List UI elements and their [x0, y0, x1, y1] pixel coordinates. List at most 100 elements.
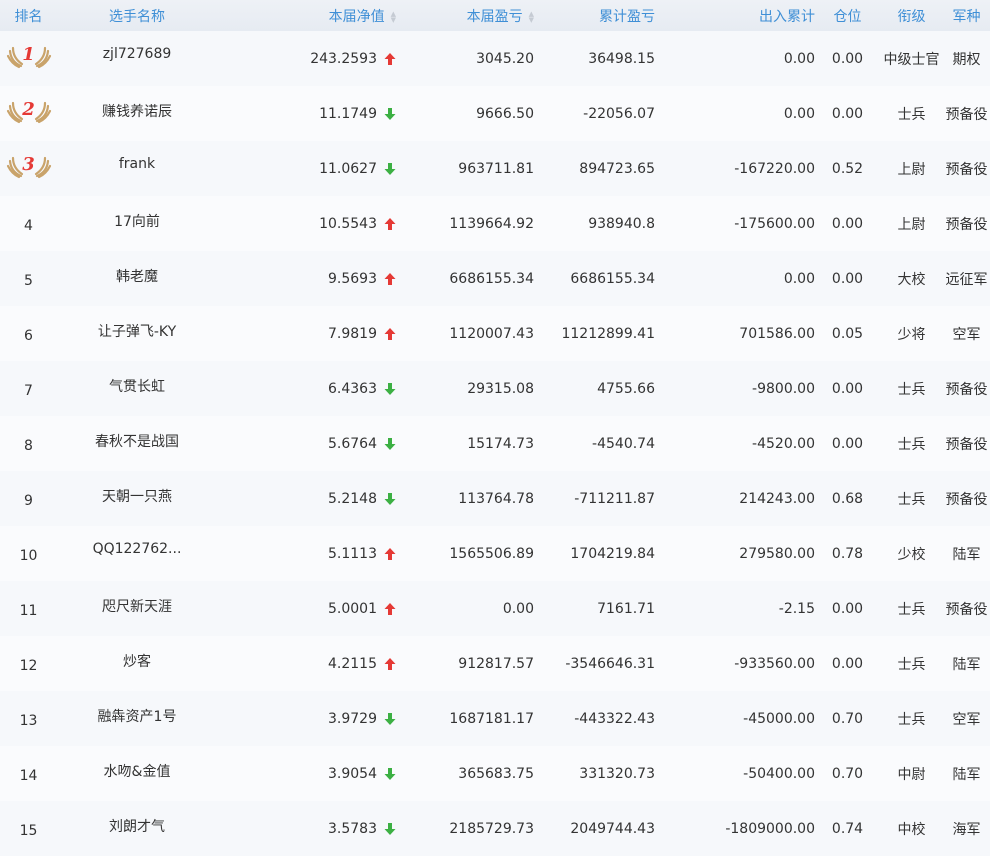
rank-cell: 2 — [0, 86, 57, 141]
branch-cell: 空军 — [952, 711, 981, 728]
grade-cell: 上尉 — [897, 161, 926, 178]
grade-cell: 士兵 — [897, 436, 926, 453]
nav-value: 3.9054 — [328, 765, 377, 782]
table-header-row: 排名 选手名称 本届净值 ▲ ▼ 本届盈亏 ▲ ▼ 累计盈亏 出入累计 仓位 衔级 军种 — [0, 0, 990, 31]
header-cum-pnl: 累计盈亏 — [599, 8, 655, 25]
flow-cell: -167220.00 — [734, 160, 815, 177]
rank-cell: 13 — [19, 712, 38, 729]
cum-pnl-cell: -711211.87 — [574, 490, 655, 507]
header-nav-sort[interactable]: 本届净值 ▲ ▼ — [217, 0, 402, 31]
flow-cell: 0.00 — [783, 270, 815, 287]
branch-cell: 预备役 — [945, 106, 988, 123]
branch-cell: 陆军 — [952, 546, 981, 563]
cum-pnl-cell: -3546646.31 — [565, 655, 655, 672]
cum-pnl-cell: 4755.66 — [597, 380, 655, 397]
pnl-cell: 1139664.92 — [449, 215, 534, 232]
position-cell: 0.78 — [831, 545, 864, 562]
pnl-cell: 1120007.43 — [449, 325, 534, 342]
rank-number: 3 — [22, 154, 35, 175]
player-name[interactable]: 融犇资产1号 — [57, 691, 217, 746]
header-grade: 衔级 — [897, 8, 926, 25]
branch-cell: 预备役 — [945, 161, 988, 178]
trend-down-icon — [384, 767, 396, 780]
rank-medal-icon: 1 — [5, 42, 53, 70]
flow-cell: 0.00 — [783, 105, 815, 122]
nav-value: 243.2593 — [310, 50, 377, 67]
table-row: 2 赚钱养诺辰 11.1749 9666.50 -22056.07 0.00 0.00 士兵 预… — [0, 86, 990, 141]
table-row: 5 韩老魔 9.5693 6686155.34 6686155.34 0.00 0.00 大校… — [0, 251, 990, 306]
leaderboard-table: 排名 选手名称 本届净值 ▲ ▼ 本届盈亏 ▲ ▼ 累计盈亏 出入累计 仓位 衔级 军种… — [0, 0, 990, 856]
nav-cell: 9.5693 — [217, 251, 402, 306]
rank-medal-icon: 3 — [5, 152, 53, 180]
nav-value: 5.0001 — [328, 600, 377, 617]
trend-down-icon — [384, 437, 396, 450]
position-cell: 0.00 — [831, 380, 864, 397]
branch-cell: 预备役 — [945, 381, 988, 398]
cum-pnl-cell: 1704219.84 — [570, 545, 655, 562]
flow-cell: -933560.00 — [734, 655, 815, 672]
table-row: 6 让子弹飞-KY 7.9819 1120007.43 11212899.41 70158… — [0, 306, 990, 361]
nav-cell: 5.2148 — [217, 471, 402, 526]
player-name[interactable]: 让子弹飞-KY — [57, 306, 217, 361]
player-name[interactable]: 气贯长虹 — [57, 361, 217, 416]
trend-up-icon — [384, 52, 396, 65]
nav-cell: 3.9729 — [217, 691, 402, 746]
nav-value: 11.1749 — [319, 105, 377, 122]
table-row: 14 水吻&金值 3.9054 365683.75 331320.73 -50400.00… — [0, 746, 990, 801]
rank-cell: 7 — [24, 382, 33, 399]
flow-cell: -1809000.00 — [725, 820, 815, 837]
position-cell: 0.74 — [831, 820, 864, 837]
rank-number: 1 — [22, 44, 35, 65]
table-row: 9 天朝一只燕 5.2148 113764.78 -711211.87 214243.00… — [0, 471, 990, 526]
position-cell: 0.00 — [831, 105, 864, 122]
trend-up-icon — [384, 217, 396, 230]
player-name[interactable]: 韩老魔 — [57, 251, 217, 306]
pnl-cell: 0.00 — [502, 600, 534, 617]
branch-cell: 海军 — [952, 821, 981, 838]
nav-value: 4.2115 — [328, 655, 377, 672]
player-name[interactable]: 咫尺新天涯 — [57, 581, 217, 636]
rank-number: 2 — [22, 99, 35, 120]
player-name[interactable]: 炒客 — [57, 636, 217, 691]
cum-pnl-cell: 11212899.41 — [561, 325, 655, 342]
position-cell: 0.70 — [831, 710, 864, 727]
branch-cell: 预备役 — [945, 601, 988, 618]
pnl-cell: 3045.20 — [476, 50, 534, 67]
nav-value: 11.0627 — [319, 160, 377, 177]
table-row: 10 QQ122762... 5.1113 1565506.89 1704219.84 2… — [0, 526, 990, 581]
player-name[interactable]: QQ122762... — [57, 526, 217, 581]
player-name[interactable]: 赚钱养诺辰 — [57, 86, 217, 141]
position-cell: 0.00 — [831, 600, 864, 617]
pnl-cell: 9666.50 — [476, 105, 534, 122]
player-name[interactable]: frank — [57, 141, 217, 196]
player-name[interactable]: 春秋不是战国 — [57, 416, 217, 471]
flow-cell: -4520.00 — [752, 435, 815, 452]
trend-up-icon — [384, 602, 396, 615]
trend-up-icon — [384, 657, 396, 670]
trend-down-icon — [384, 712, 396, 725]
player-name[interactable]: zjl727689 — [57, 31, 217, 86]
player-name[interactable]: 17向前 — [57, 196, 217, 251]
nav-cell: 3.5783 — [217, 801, 402, 856]
nav-value: 5.1113 — [328, 545, 377, 562]
sort-arrows-icon[interactable]: ▲ ▼ — [391, 10, 396, 23]
header-pnl-sort[interactable]: 本届盈亏 ▲ ▼ — [402, 0, 542, 31]
nav-value: 7.9819 — [328, 325, 377, 342]
position-cell: 0.05 — [831, 325, 864, 342]
player-name[interactable]: 天朝一只燕 — [57, 471, 217, 526]
player-name[interactable]: 水吻&金值 — [57, 746, 217, 801]
grade-cell: 少校 — [897, 546, 926, 563]
cum-pnl-cell: 7161.71 — [597, 600, 655, 617]
sort-arrows-icon[interactable]: ▲ ▼ — [529, 10, 534, 23]
flow-cell: 0.00 — [783, 50, 815, 67]
position-cell: 0.00 — [831, 215, 864, 232]
nav-cell: 5.6764 — [217, 416, 402, 471]
cum-pnl-cell: -443322.43 — [574, 710, 655, 727]
branch-cell: 预备役 — [945, 216, 988, 233]
flow-cell: -9800.00 — [752, 380, 815, 397]
trend-up-icon — [384, 547, 396, 560]
cum-pnl-cell: 2049744.43 — [570, 820, 655, 837]
cum-pnl-cell: 36498.15 — [588, 50, 655, 67]
player-name[interactable]: 刘朗才气 — [57, 801, 217, 856]
position-cell: 0.70 — [831, 765, 864, 782]
